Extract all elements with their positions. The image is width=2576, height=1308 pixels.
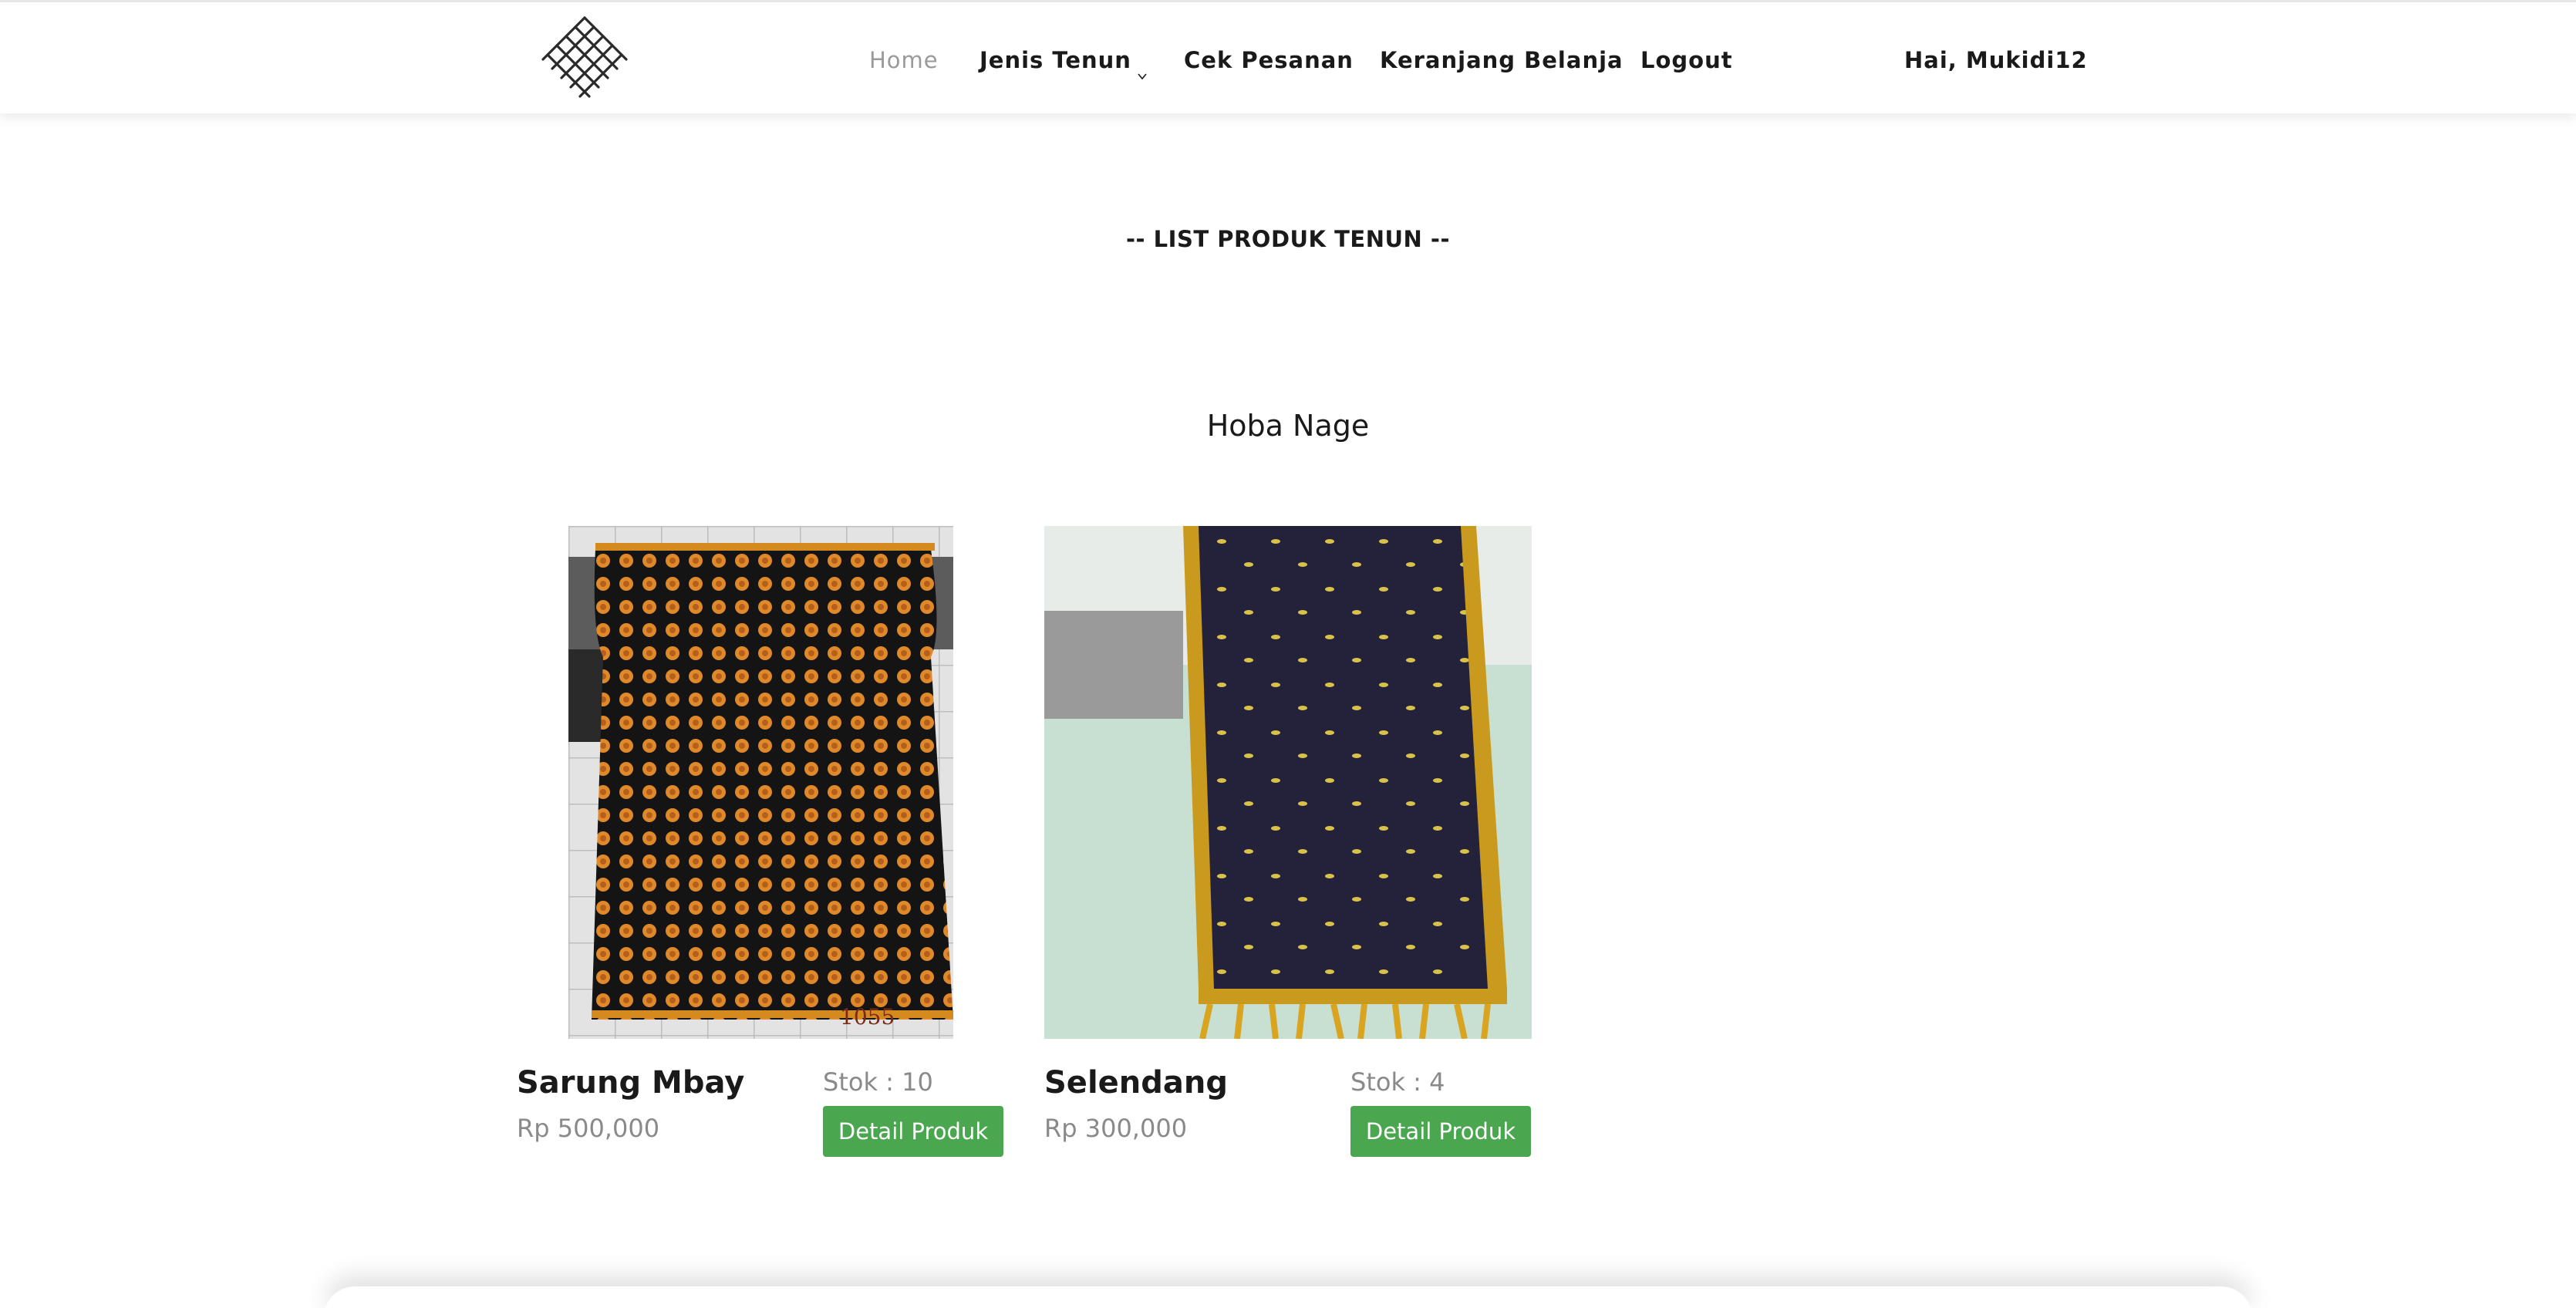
page: Home Jenis Tenun Cek Pesanan Keranjang B… <box>0 0 2576 1308</box>
category-title: Hoba Nage <box>1206 409 1370 443</box>
list-title: -- LIST PRODUK TENUN -- <box>1126 226 1450 252</box>
detail-produk-button[interactable]: Detail Produk <box>1350 1106 1531 1157</box>
footer-edge <box>324 1286 2252 1308</box>
user-greeting: Hai, Mukidi12 <box>1904 47 2088 73</box>
nav-keranjang-belanja[interactable]: Keranjang Belanja <box>1380 42 1623 78</box>
product-image-sarung-mbay[interactable]: 1055 <box>568 526 953 1039</box>
product-name: Selendang <box>1044 1065 1228 1101</box>
site-header: Home Jenis Tenun Cek Pesanan Keranjang B… <box>0 0 2576 113</box>
nav-cek-pesanan[interactable]: Cek Pesanan <box>1184 42 1354 78</box>
detail-produk-button[interactable]: Detail Produk <box>823 1106 1003 1157</box>
nav-logout[interactable]: Logout <box>1640 42 1733 78</box>
nav-home[interactable]: Home <box>869 42 939 78</box>
product-image-selendang[interactable] <box>1044 526 1532 1039</box>
product-price: Rp 500,000 <box>517 1114 660 1143</box>
product-price: Rp 300,000 <box>1044 1114 1188 1143</box>
product-image-label: 1055 <box>840 1004 895 1030</box>
nav-jenis-tenun[interactable]: Jenis Tenun <box>979 42 1147 80</box>
woven-lattice-logo-icon[interactable] <box>537 13 633 103</box>
product-stock: Stok : 10 <box>823 1067 933 1097</box>
chevron-down-icon <box>1138 56 1147 80</box>
product-name: Sarung Mbay <box>517 1065 745 1101</box>
product-stock: Stok : 4 <box>1350 1067 1445 1097</box>
nav-jenis-tenun-label: Jenis Tenun <box>979 47 1131 73</box>
